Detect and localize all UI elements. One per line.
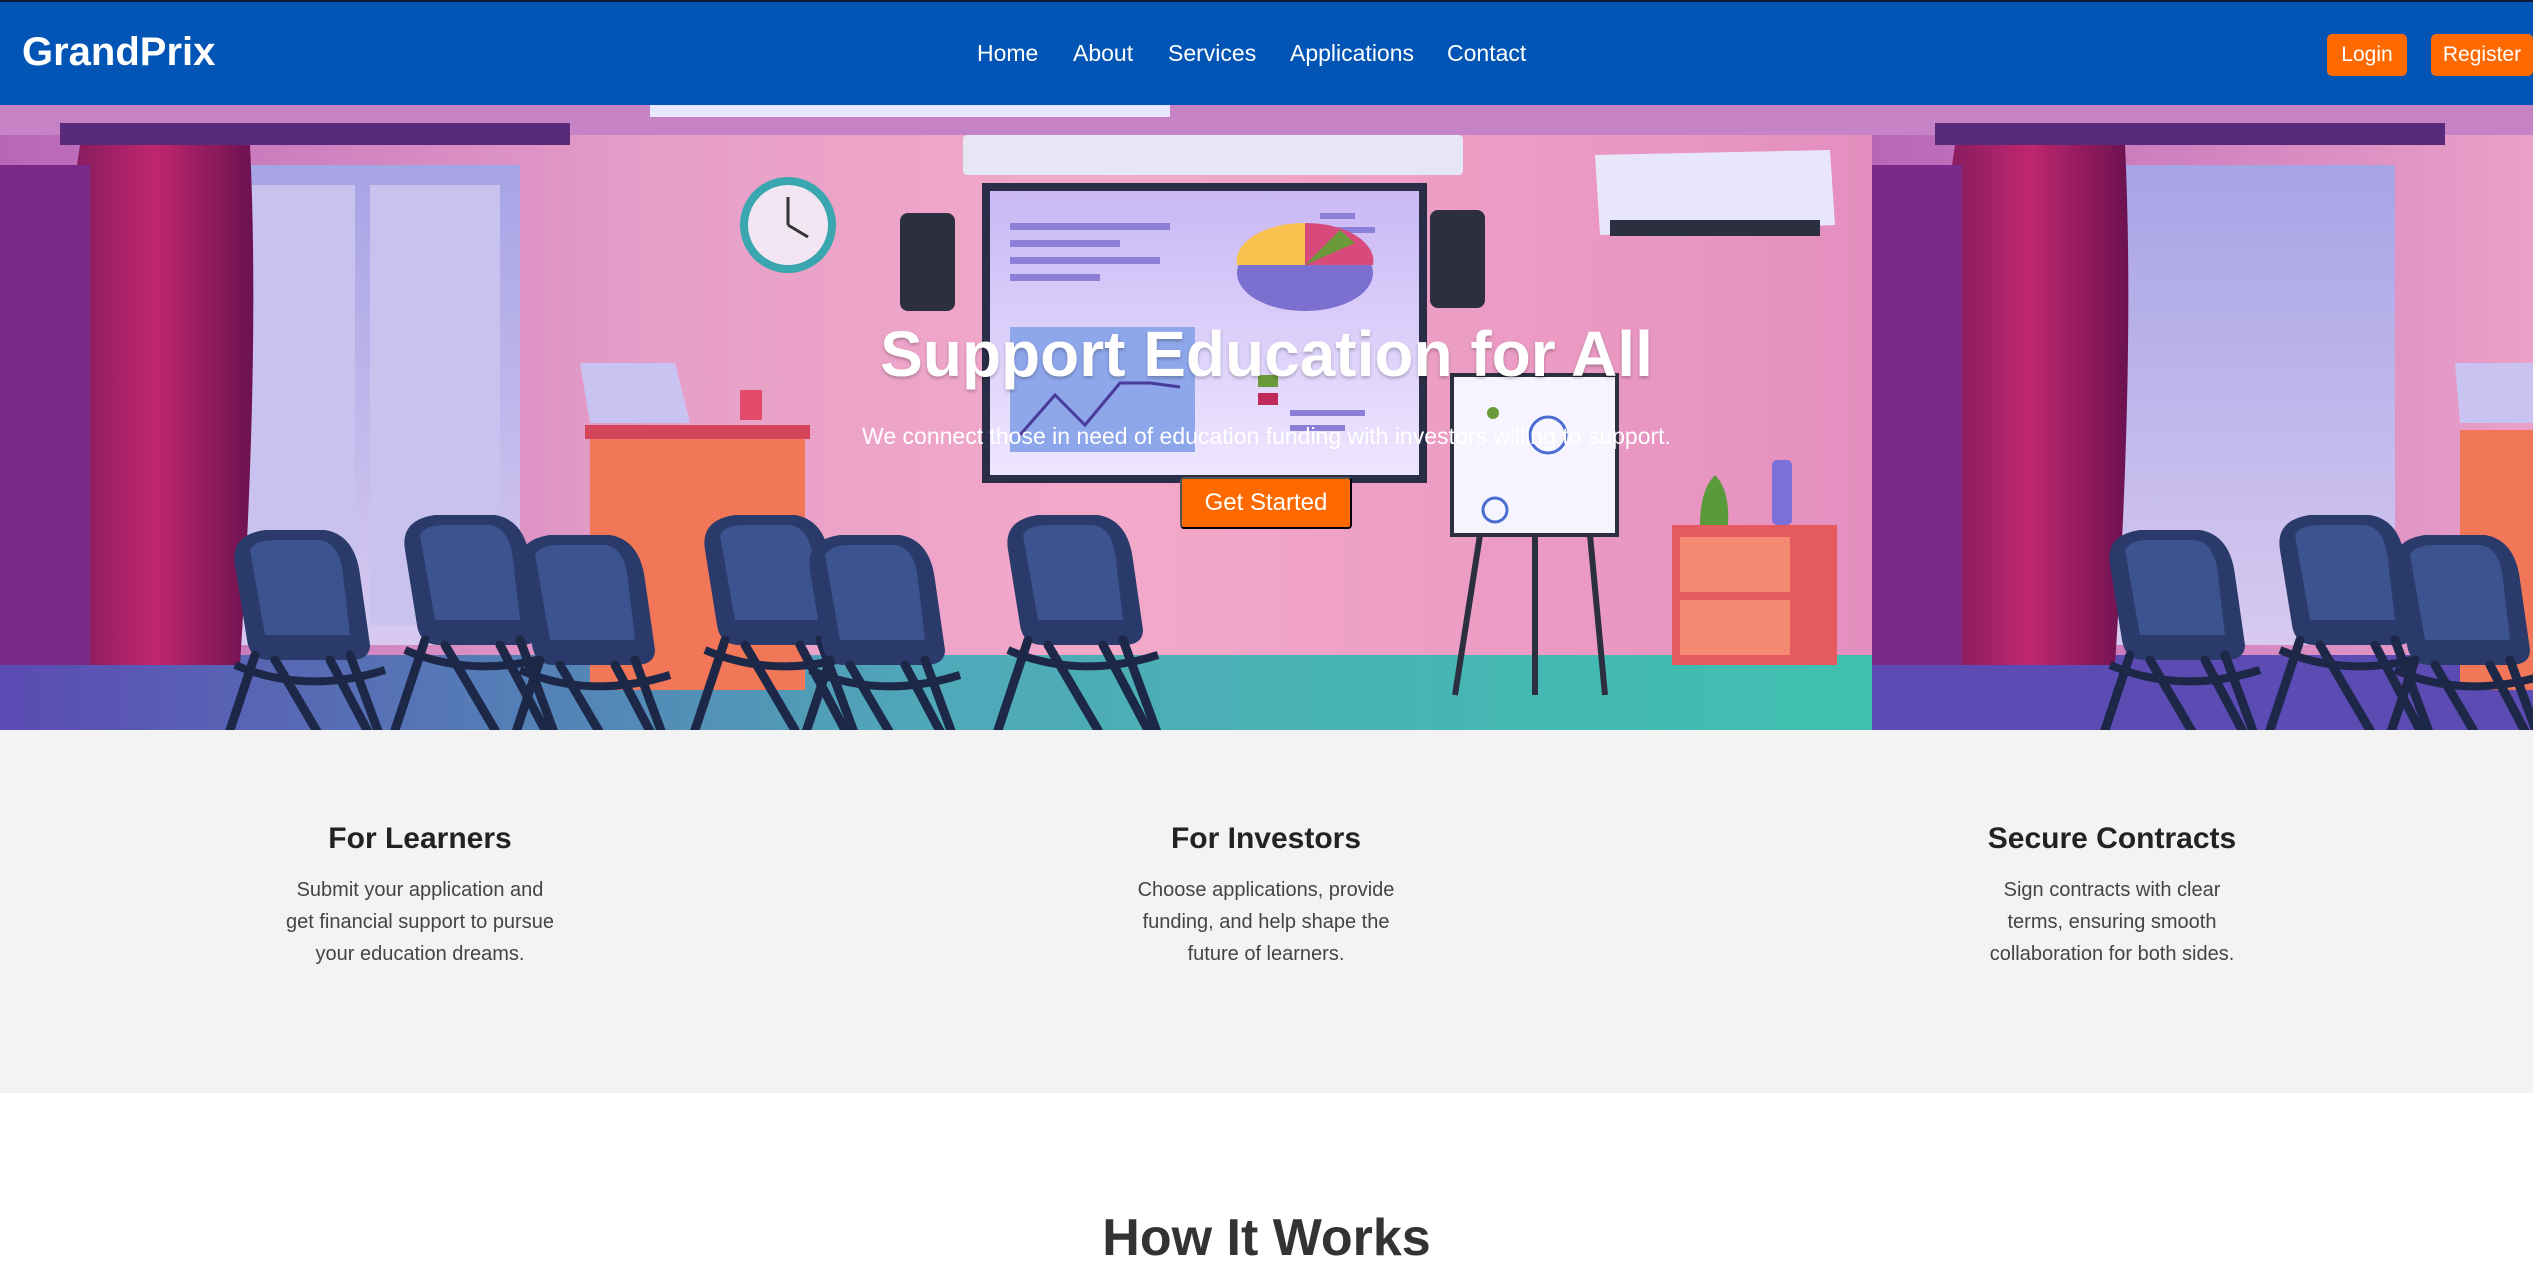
hero-section: Support Education for All We connect tho… <box>0 105 2533 730</box>
feature-card-contracts: Secure Contracts Sign contracts with cle… <box>1977 822 2247 970</box>
classroom-illustration <box>0 105 2533 730</box>
nav-about-link[interactable]: About <box>1073 40 1133 67</box>
get-started-button[interactable]: Get Started <box>1180 477 1352 529</box>
feature-text: Choose applications, provide funding, an… <box>1137 879 1395 965</box>
feature-card-learners: For Learners Submit your application and… <box>285 822 555 970</box>
nav-services-link[interactable]: Services <box>1168 40 1256 67</box>
feature-text: Sign contracts with clear terms, ensurin… <box>1989 879 2235 965</box>
feature-title: Secure Contracts <box>1987 822 2237 855</box>
nav-home-link[interactable]: Home <box>977 40 1038 67</box>
features-section: For Learners Submit your application and… <box>0 730 2533 1093</box>
feature-card-investors: For Investors Choose applications, provi… <box>1131 822 1401 970</box>
feature-title: For Learners <box>328 822 512 855</box>
main-nav: Home About Services Applications Contact <box>0 40 2533 70</box>
feature-title: For Investors <box>1170 822 1362 855</box>
register-button[interactable]: Register <box>2431 34 2533 76</box>
nav-applications-link[interactable]: Applications <box>1290 40 1414 67</box>
hero-subtitle: We connect those in need of education fu… <box>862 423 1671 449</box>
top-navbar: GrandPrix Home About Services Applicatio… <box>0 0 2533 105</box>
feature-text: Submit your application and get financia… <box>286 879 554 965</box>
login-button[interactable]: Login <box>2327 34 2407 76</box>
hero-title: Support Education for All <box>880 318 1653 390</box>
how-it-works-heading: How It Works <box>1102 1209 1431 1268</box>
nav-contact-link[interactable]: Contact <box>1447 40 1526 67</box>
